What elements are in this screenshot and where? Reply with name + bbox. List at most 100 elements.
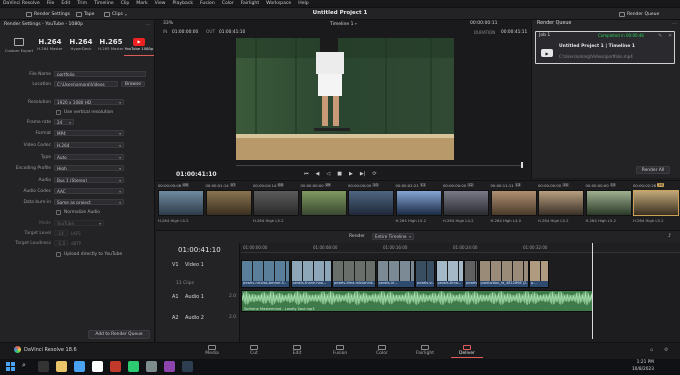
- render-all-button[interactable]: Render All: [636, 166, 670, 174]
- render-settings-toggle[interactable]: Render Settings: [26, 10, 70, 18]
- davinci-resolve-app-icon[interactable]: [182, 361, 193, 372]
- menu-item-davinci-resolve[interactable]: DaVinci Resolve: [3, 1, 40, 6]
- page-tab-fairlight[interactable]: Fairlight: [405, 343, 445, 358]
- clip-09[interactable]: 00:00:00:00 09: [300, 181, 347, 226]
- audio-select[interactable]: Bus 1 (Stereo) ▾: [54, 176, 124, 184]
- video-clip[interactable]: pexels-thanh-hoa...: [290, 260, 332, 288]
- home-icon[interactable]: ⌂: [650, 347, 653, 353]
- add-to-render-queue-button[interactable]: Add to Render Queue: [88, 330, 150, 339]
- page-tab-deliver[interactable]: Deliver: [447, 343, 487, 358]
- stop-icon[interactable]: ■: [337, 171, 342, 177]
- next-frame-icon[interactable]: ▶|: [360, 171, 366, 177]
- video-clip[interactable]: pexels-nicolas-becker-5...: [241, 260, 290, 288]
- format-select[interactable]: MP4 ▾: [54, 129, 124, 137]
- clip-13[interactable]: 00:00:11:11 13 H.264 High L4.0: [490, 181, 537, 226]
- target-loudness-input[interactable]: -1.0: [54, 239, 68, 247]
- menu-item-help[interactable]: Help: [298, 1, 308, 6]
- preset-2[interactable]: H.264 HyperDeck: [66, 38, 96, 51]
- encoding-profile-select[interactable]: High ▾: [54, 164, 124, 172]
- menu-item-color[interactable]: Color: [222, 1, 234, 6]
- timeline-playhead[interactable]: [592, 243, 593, 339]
- clip-06[interactable]: 00:00:00:06 06 H.264 High L5.2: [158, 181, 204, 226]
- edit-job-icon[interactable]: ✎: [658, 33, 662, 39]
- video-clip[interactable]: pexels-tima-miroshnik...: [332, 260, 376, 288]
- preset-0[interactable]: Custom Export: [4, 38, 34, 53]
- video-clip[interactable]: pexels-...: [464, 260, 478, 288]
- tape-toggle[interactable]: Tape: [76, 10, 94, 18]
- page-tab-cut[interactable]: Cut: [234, 343, 274, 358]
- chrome-icon[interactable]: [92, 361, 103, 372]
- task-view-icon[interactable]: [38, 361, 49, 372]
- menu-item-fusion[interactable]: Fusion: [200, 1, 215, 6]
- timeline-name[interactable]: Timeline 1 ▾: [330, 21, 357, 27]
- video-clip[interactable]: pexels-vi...: [415, 260, 435, 288]
- viewer-scrubber[interactable]: [236, 165, 522, 166]
- menu-item-file[interactable]: File: [47, 1, 55, 6]
- audio-clip[interactable]: Sorhene Mastermind - Lovely Soul.mp3: [241, 290, 593, 312]
- more-options-icon[interactable]: ⋯: [672, 21, 677, 27]
- menu-item-view[interactable]: View: [155, 1, 166, 6]
- location-input[interactable]: C:\Users\omarg\Videos: [54, 80, 118, 88]
- audio-codec-select[interactable]: AAC ▾: [54, 187, 124, 195]
- search-icon[interactable]: ⌕: [22, 361, 26, 370]
- app-icon-red[interactable]: [110, 361, 121, 372]
- upload-youtube-checkbox[interactable]: Upload directly to YouTube: [56, 250, 122, 258]
- play-icon[interactable]: ▶: [349, 171, 353, 177]
- menu-item-clip[interactable]: Clip: [121, 1, 130, 6]
- menu-item-trim[interactable]: Trim: [77, 1, 87, 6]
- render-range-select[interactable]: Entire Timeline ▾: [372, 233, 414, 240]
- video-clip[interactable]: p...: [529, 260, 549, 288]
- menu-item-mark[interactable]: Mark: [136, 1, 147, 6]
- page-tab-color[interactable]: Color: [362, 343, 402, 358]
- video-clip[interactable]: production_id_4812898 (2...: [478, 260, 529, 288]
- file-explorer-icon[interactable]: [56, 361, 67, 372]
- data-burn-select[interactable]: Same as project ▾: [54, 198, 124, 206]
- more-options-icon[interactable]: ⋯: [146, 22, 151, 28]
- menu-item-workspace[interactable]: Workspace: [266, 1, 291, 6]
- normalize-audio-checkbox[interactable]: Normalize Audio: [56, 208, 100, 216]
- file-name-input[interactable]: portfolio: [54, 70, 146, 78]
- mode-select[interactable]: YouTube ▾: [54, 219, 104, 227]
- play-reverse-icon[interactable]: ◁: [326, 171, 330, 177]
- clip-15[interactable]: 00:00:00:00 15 H.264 High L5.2: [585, 181, 632, 226]
- skip-start-icon[interactable]: ⏮: [304, 171, 309, 177]
- page-tab-fusion[interactable]: Fusion: [320, 343, 360, 358]
- audio-meter-icon[interactable]: ♪: [668, 233, 671, 239]
- prev-frame-icon[interactable]: ◀: [316, 171, 320, 177]
- clip-12[interactable]: 00:00:00:00 12 H.264 High L4.2: [443, 181, 489, 226]
- type-select[interactable]: Auto ▾: [54, 153, 124, 161]
- edge-browser-icon[interactable]: [74, 361, 85, 372]
- zoom-level[interactable]: 33%: [163, 21, 173, 26]
- menu-item-playback[interactable]: Playback: [173, 1, 194, 6]
- frame-rate-select[interactable]: 24 ▾: [54, 118, 74, 126]
- vertical-resolution-checkbox[interactable]: Use vertical resolution: [56, 108, 113, 116]
- video-clip[interactable]: pexels-iri...: [376, 260, 415, 288]
- close-icon[interactable]: ✕: [668, 33, 672, 39]
- media-app-icon[interactable]: [164, 361, 175, 372]
- video-clip[interactable]: pexels-tima...: [435, 260, 464, 288]
- menu-item-timeline[interactable]: Timeline: [94, 1, 114, 6]
- render-queue-toggle[interactable]: Render Queue: [619, 10, 659, 18]
- viewer-playhead[interactable]: [521, 162, 523, 168]
- clip-16[interactable]: 00:00:02:28 16 H.264 High L5.2: [633, 181, 679, 226]
- preset-1[interactable]: H.264 H.264 Master: [35, 38, 65, 51]
- clip-07[interactable]: 00:00:01:14 07: [205, 181, 252, 226]
- app-icon-green[interactable]: [128, 361, 139, 372]
- gear-icon[interactable]: ⚙: [664, 347, 668, 353]
- resolution-select[interactable]: 1920 x 1080 HD ▾: [54, 98, 124, 106]
- loop-icon[interactable]: ⟳: [372, 171, 376, 177]
- video-codec-select[interactable]: H.264 ▾: [54, 141, 124, 149]
- clip-14[interactable]: 00:00:00:00 14 H.264 High L5.2: [538, 181, 584, 226]
- clips-toggle[interactable]: Clips ▾: [104, 10, 127, 18]
- menu-item-fairlight[interactable]: Fairlight: [241, 1, 259, 6]
- page-tab-edit[interactable]: Edit: [277, 343, 317, 358]
- clip-10[interactable]: 00:00:00:00 10: [348, 181, 394, 226]
- preset-3[interactable]: H.265 H.265 Master: [96, 38, 126, 51]
- target-level-input[interactable]: -14: [54, 229, 68, 237]
- browse-button[interactable]: Browse: [121, 80, 145, 88]
- clip-11[interactable]: 00:00:02:21 11 H.264 High L5.2: [395, 181, 442, 226]
- settings-app-icon[interactable]: [146, 361, 157, 372]
- timeline-ruler[interactable]: 01:00:00:00 01:00:08:00 01:00:16:00 01:00:2…: [241, 243, 680, 253]
- menu-item-edit[interactable]: Edit: [61, 1, 70, 6]
- windows-start-icon[interactable]: [6, 362, 15, 371]
